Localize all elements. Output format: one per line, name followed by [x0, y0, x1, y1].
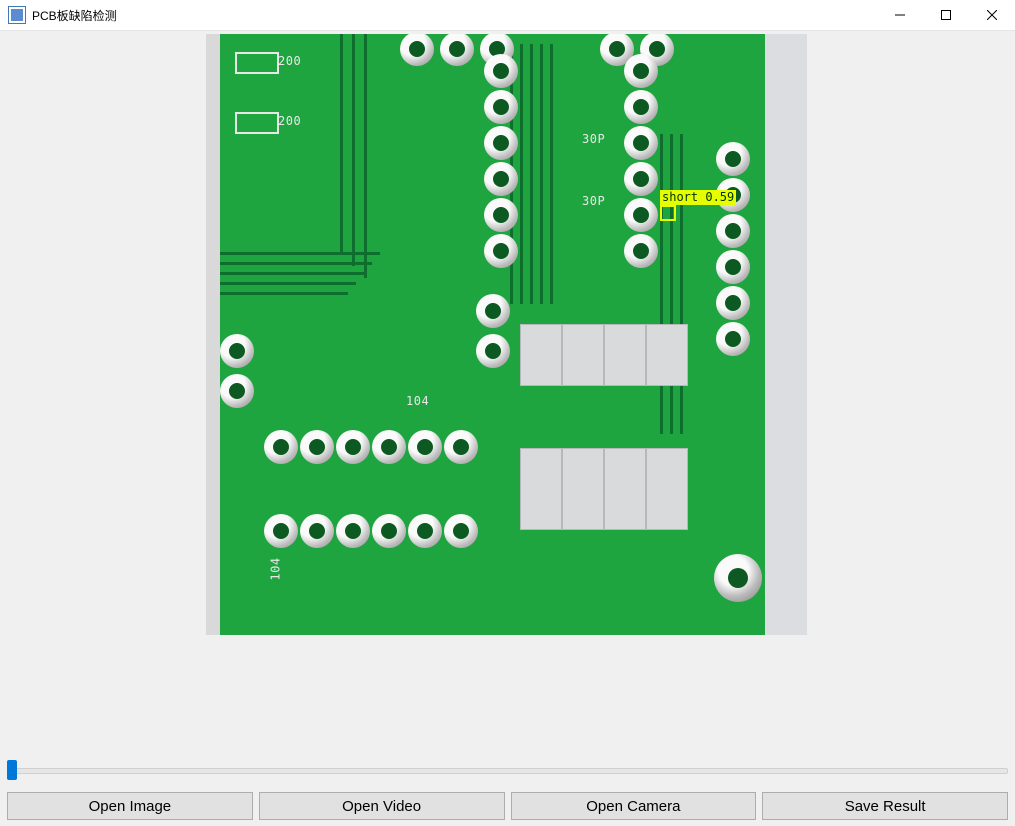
silk-c3: 104	[406, 394, 429, 408]
open-video-button[interactable]: Open Video	[259, 792, 505, 820]
minimize-button[interactable]	[877, 0, 923, 30]
window-title: PCB板缺陷检测	[32, 7, 117, 24]
open-image-button[interactable]: Open Image	[7, 792, 253, 820]
slider-thumb[interactable]	[7, 760, 17, 780]
close-icon	[987, 10, 997, 20]
app-icon	[8, 6, 26, 24]
silk-c4: 104	[269, 557, 283, 580]
pcb-image: 200 200 30P 30P 104 104	[220, 34, 807, 635]
client-area: 200 200 30P 30P 104 104	[0, 31, 1015, 826]
image-view: 200 200 30P 30P 104 104	[206, 34, 807, 635]
silk-r1: 200	[278, 54, 301, 68]
silk-r2: 200	[278, 114, 301, 128]
titlebar: PCB板缺陷检测	[0, 0, 1015, 31]
maximize-icon	[941, 10, 951, 20]
save-result-button[interactable]: Save Result	[762, 792, 1008, 820]
slider-track	[7, 768, 1008, 774]
app-window: PCB板缺陷检测	[0, 0, 1015, 826]
silk-c1: 30P	[582, 132, 605, 146]
silk-c2: 30P	[582, 194, 605, 208]
minimize-icon	[895, 10, 905, 20]
button-row: Open Image Open Video Open Camera Save R…	[7, 792, 1008, 820]
close-button[interactable]	[969, 0, 1015, 30]
open-camera-button[interactable]: Open Camera	[511, 792, 757, 820]
maximize-button[interactable]	[923, 0, 969, 30]
frame-slider[interactable]	[7, 758, 1008, 782]
detection-bbox	[660, 205, 676, 221]
detection-label: short 0.59	[660, 190, 736, 205]
